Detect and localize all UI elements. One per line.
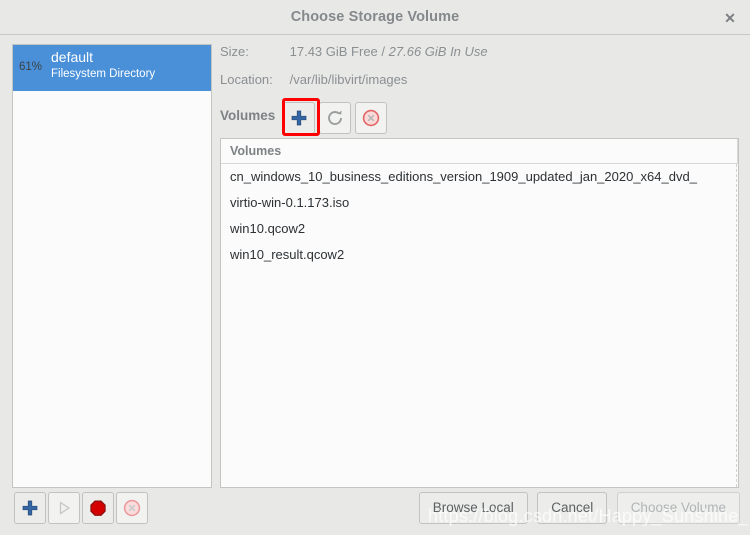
add-volume-button[interactable] [283, 102, 315, 134]
dialog-action-buttons: Browse Local Cancel Choose Volume [414, 492, 740, 526]
size-label: Size: [220, 44, 249, 59]
plus-icon [291, 110, 307, 126]
cancel-button[interactable]: Cancel [537, 492, 608, 524]
pool-usage-percent: 61% [19, 61, 43, 73]
add-pool-button[interactable] [14, 492, 46, 524]
choose-storage-volume-dialog: Choose Storage Volume ✕ 61% default File… [0, 0, 750, 535]
location-value: /var/lib/libvirt/images [289, 72, 408, 87]
volumes-column-header[interactable]: Volumes [221, 139, 738, 164]
start-pool-button[interactable] [48, 492, 80, 524]
size-free-value: 17.43 GiB Free / [289, 44, 386, 59]
browse-local-button[interactable]: Browse Local [418, 492, 528, 524]
refresh-icon [328, 110, 342, 125]
plus-icon [22, 500, 38, 516]
volume-row[interactable]: cn_windows_10_business_editions_version_… [221, 164, 738, 190]
stop-pool-button[interactable] [82, 492, 114, 524]
storage-pool-list[interactable]: 61% default Filesystem Directory [12, 44, 212, 488]
delete-volume-button[interactable] [355, 102, 387, 134]
pool-name: default [51, 49, 94, 65]
volumes-caption: Volumes [220, 108, 276, 123]
volumes-list[interactable]: Volumes cn_windows_10_business_editions_… [220, 138, 739, 488]
pool-type: Filesystem Directory [51, 68, 156, 80]
stop-octagon-icon [90, 500, 106, 516]
size-in-use-value: 27.66 GiB In Use [388, 44, 488, 59]
delete-circle-icon [362, 109, 380, 127]
volume-row[interactable]: win10.qcow2 [221, 216, 738, 242]
pool-details: Size: 17.43 GiB Free / 27.66 GiB In Use … [220, 44, 488, 100]
play-icon [59, 501, 71, 515]
refresh-volumes-button[interactable] [319, 102, 351, 134]
pool-location-row: Location: /var/lib/libvirt/images [220, 72, 488, 100]
close-icon[interactable]: ✕ [720, 8, 740, 28]
location-label: Location: [220, 72, 273, 87]
choose-volume-button[interactable]: Choose Volume [616, 492, 740, 524]
column-separator [736, 164, 738, 487]
pool-list-item-default[interactable]: 61% default Filesystem Directory [13, 45, 211, 91]
delete-circle-icon [123, 499, 141, 517]
volumes-toolbar: Volumes [220, 98, 740, 136]
volume-row[interactable]: virtio-win-0.1.173.iso [221, 190, 738, 216]
titlebar: Choose Storage Volume ✕ [0, 0, 750, 35]
delete-pool-button[interactable] [116, 492, 148, 524]
volume-row[interactable]: win10_result.qcow2 [221, 242, 738, 268]
dialog-title: Choose Storage Volume [290, 9, 460, 25]
pool-size-row: Size: 17.43 GiB Free / 27.66 GiB In Use [220, 44, 488, 72]
